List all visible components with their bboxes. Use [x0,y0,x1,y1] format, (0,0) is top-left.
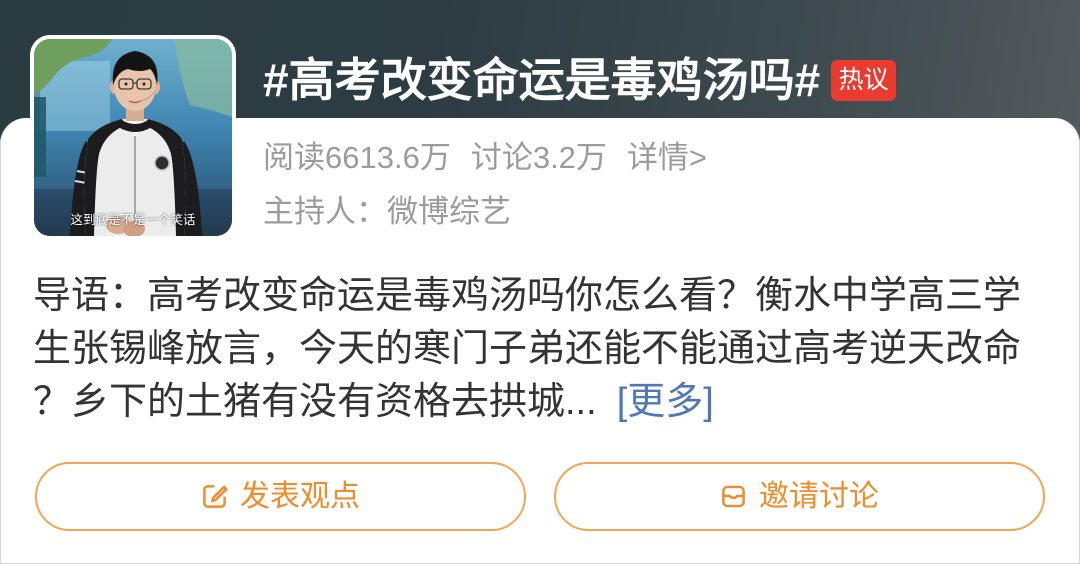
intro-line: 生张锡峰放言，今天的寒门子弟还能不能通过高考逆天改命 [33,328,1022,370]
video-subtitle: 这到底是不是一个笑话 [70,213,196,227]
inbox-icon [722,485,745,508]
thumbnail-frame: 这到底是不是一个笑话 [34,39,232,236]
intro-line-text: ？乡下的土猪有没有资格去拱城... [33,381,597,423]
topic-stats: 阅读6613.6万 讨论3.2万 详情> [263,138,707,178]
topic-intro: 导语：高考改变命运是毒鸡汤吗你怎么看？衡水中学高三学 生张锡峰放言，今天的寒门子… [33,270,1043,429]
hot-discussion-badge: 热议 [831,59,897,101]
left-dark-strip [34,97,46,177]
edit-icon [203,485,228,508]
right-eye [142,82,146,86]
intro-line-last: ？乡下的土猪有没有资格去拱城... [更多] [33,376,1043,429]
intro-line: 导语：高考改变命运是毒鸡汤吗你怎么看？衡水中学高三学 [33,275,1022,317]
post-opinion-label: 发表观点 [240,479,360,513]
invite-discussion-label: 邀请讨论 [759,479,879,513]
invite-discussion-button[interactable]: 邀请讨论 [554,462,1045,531]
inbox-icon-tray [722,494,745,500]
left-eye [124,82,128,86]
more-link[interactable]: [更多] [617,381,714,423]
topic-thumbnail[interactable]: 这到底是不是一个笑话 [30,35,236,240]
topic-header: #高考改变命运是毒鸡汤吗# 热议 [263,52,897,108]
thumbnail-photo [34,39,232,236]
discussion-count: 讨论3.2万 [470,140,607,175]
topic-title: #高考改变命运是毒鸡汤吗# [263,54,821,106]
host-name[interactable]: 微博综艺 [387,194,511,229]
school-emblem [154,155,170,171]
details-link[interactable]: 详情> [627,138,707,178]
post-opinion-button[interactable]: 发表观点 [35,462,526,531]
read-count: 阅读6613.6万 [263,140,451,175]
topic-host: 主持人：微博综艺 [263,192,511,232]
host-label: 主持人： [263,194,387,229]
